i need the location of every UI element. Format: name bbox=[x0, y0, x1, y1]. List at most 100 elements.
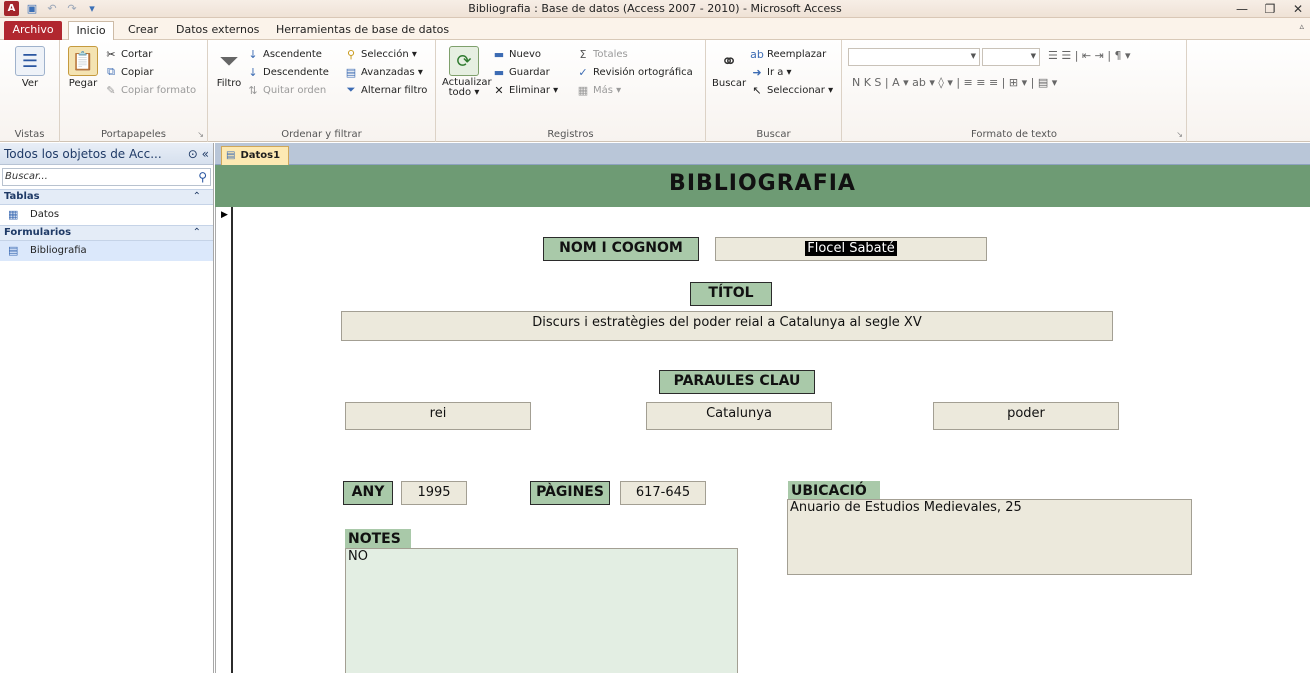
brush-icon: ✎ bbox=[106, 83, 116, 97]
field-nom-cognom[interactable]: Flocel Sabaté bbox=[715, 237, 987, 261]
goto-button[interactable]: ➜ Ir a ▾ bbox=[750, 64, 792, 80]
field-keyword-1[interactable]: rei bbox=[345, 402, 531, 430]
dialog-launcher-icon[interactable]: ↘ bbox=[197, 130, 204, 139]
cut-label: Cortar bbox=[121, 48, 153, 60]
group-label-vistas: Vistas bbox=[14, 129, 45, 140]
nav-item-bibliografia[interactable]: ▤ Bibliografia bbox=[0, 241, 213, 261]
nav-section-formularios[interactable]: Formularios ⌃ bbox=[0, 225, 213, 241]
current-record-arrow-icon: ▶ bbox=[221, 210, 228, 220]
paste-button[interactable]: 📋 Pegar bbox=[66, 46, 100, 89]
maximize-button[interactable]: ❐ bbox=[1256, 0, 1284, 18]
font-name-combo[interactable]: ▼ bbox=[848, 48, 980, 66]
field-keyword-3[interactable]: poder bbox=[933, 402, 1119, 430]
nav-menu-and-collapse-icons[interactable]: ⊙ « bbox=[188, 143, 209, 165]
save-record-button[interactable]: ▬ Guardar bbox=[492, 64, 550, 80]
list-indent-buttons[interactable]: ☰ ☰ | ⇤ ⇥ | ¶ ▾ bbox=[1048, 49, 1131, 62]
group-ordenar-filtrar: ⏷ Filtro ↓ Ascendente ↓ Descendente ⇅ Quita… bbox=[208, 40, 436, 142]
group-formato-texto: ▼ ▼ ☰ ☰ | ⇤ ⇥ | ¶ ▾ N K S | A ▾ ab ▾ ◊ ▾… bbox=[842, 40, 1187, 142]
refresh-icon: ⟳ bbox=[449, 46, 479, 76]
minimize-button[interactable]: — bbox=[1228, 0, 1256, 18]
tab-datos-externos[interactable]: Datos externos bbox=[170, 21, 265, 40]
close-button[interactable]: ✕ bbox=[1284, 0, 1310, 18]
find-label: Buscar bbox=[712, 78, 747, 89]
delete-x-icon: ✕ bbox=[494, 83, 504, 97]
refresh-all-button[interactable]: ⟳ Actualizar todo ▾ bbox=[442, 46, 492, 98]
field-any[interactable]: 1995 bbox=[401, 481, 467, 505]
text-format-buttons[interactable]: N K S | A ▾ ab ▾ ◊ ▾ | ≡ ≡ ≡ | ⊞ ▾ | ▤ ▾ bbox=[852, 76, 1057, 89]
remove-sort-button[interactable]: ⇅ Quitar orden bbox=[246, 82, 326, 98]
select-label: Seleccionar ▾ bbox=[767, 84, 834, 96]
collapse-ribbon-icon[interactable]: ▵ bbox=[1299, 22, 1304, 32]
field-keyword-2[interactable]: Catalunya bbox=[646, 402, 832, 430]
copy-button[interactable]: ⧉ Copiar bbox=[104, 64, 153, 80]
nav-header[interactable]: Todos los objetos de Acc... ⊙ « bbox=[0, 143, 213, 165]
chevron-down-icon: ▼ bbox=[1030, 52, 1036, 60]
binoculars-icon: ⚭ bbox=[720, 49, 738, 73]
nav-section-title: Formularios bbox=[4, 227, 72, 238]
dialog-launcher-icon[interactable]: ↘ bbox=[1176, 130, 1183, 139]
paste-icon: 📋 bbox=[68, 46, 98, 76]
sort-asc-icon: ↓ bbox=[248, 47, 258, 61]
nav-item-datos[interactable]: ▦ Datos bbox=[0, 205, 213, 225]
view-icon: ☰ bbox=[15, 46, 45, 76]
label-pagines: PÀGINES bbox=[530, 481, 610, 505]
cut-button[interactable]: ✂ Cortar bbox=[104, 46, 152, 62]
selection-label: Selección ▾ bbox=[361, 48, 417, 60]
group-label-formato: Formato de texto bbox=[970, 129, 1058, 140]
nav-search-placeholder: Buscar... bbox=[5, 171, 48, 182]
sort-desc-icon: ↓ bbox=[248, 65, 258, 79]
find-button[interactable]: ⚭ Buscar bbox=[712, 46, 746, 89]
new-record-button[interactable]: ▬ Nuevo bbox=[492, 46, 541, 62]
font-size-combo[interactable]: ▼ bbox=[982, 48, 1040, 66]
advanced-filter-button[interactable]: ▤ Avanzadas ▾ bbox=[344, 64, 423, 80]
ribbon: ☰ Ver Vistas 📋 Pegar ✂ Cortar ⧉ Copiar ✎ Co… bbox=[0, 40, 1310, 142]
tab-herramientas[interactable]: Herramientas de base de datos bbox=[270, 21, 455, 40]
nav-section-title: Tablas bbox=[4, 191, 40, 202]
label-any: ANY bbox=[343, 481, 393, 505]
delete-record-button[interactable]: ✕ Eliminar ▾ bbox=[492, 82, 558, 98]
field-notes[interactable]: NO bbox=[345, 548, 738, 673]
sort-ascending-button[interactable]: ↓ Ascendente bbox=[246, 46, 322, 62]
ribbon-tab-row: Archivo Inicio Crear Datos externos Herr… bbox=[0, 18, 1310, 40]
totals-button[interactable]: Σ Totales bbox=[576, 46, 628, 62]
tab-inicio[interactable]: Inicio bbox=[68, 21, 114, 40]
form-title: BIBLIOGRAFIA bbox=[669, 171, 856, 196]
group-buscar: ⚭ Buscar ab Reemplazar ➜ Ir a ▾ ↖ Seleccion… bbox=[706, 40, 842, 142]
chevron-up-icon[interactable]: ⌃ bbox=[193, 190, 201, 204]
spelling-button[interactable]: ✓ Revisión ortográfica bbox=[576, 64, 693, 80]
toggle-filter-button[interactable]: ⏷ Alternar filtro bbox=[344, 82, 428, 98]
refresh-all-label: Actualizar todo ▾ bbox=[442, 77, 492, 98]
chevron-up-icon[interactable]: ⌃ bbox=[193, 226, 201, 240]
label-paraules-clau: PARAULES CLAU bbox=[659, 370, 815, 394]
format-painter-button[interactable]: ✎ Copiar formato bbox=[104, 82, 196, 98]
field-pagines[interactable]: 617-645 bbox=[620, 481, 706, 505]
document-tab-datos1[interactable]: ▤ Datos1 bbox=[221, 146, 290, 165]
selection-filter-button[interactable]: ⚲ Selección ▾ bbox=[344, 46, 417, 62]
field-titol[interactable]: Discurs i estratègies del poder reial a … bbox=[341, 311, 1113, 341]
tab-archivo[interactable]: Archivo bbox=[4, 21, 62, 40]
view-button[interactable]: ☰ Ver bbox=[10, 46, 50, 89]
filter-button[interactable]: ⏷ Filtro bbox=[214, 46, 244, 89]
tab-crear[interactable]: Crear bbox=[122, 21, 164, 40]
grid-icon: ▦ bbox=[577, 83, 589, 97]
spelling-label: Revisión ortográfica bbox=[593, 66, 693, 78]
replace-button[interactable]: ab Reemplazar bbox=[750, 46, 826, 62]
goto-label: Ir a ▾ bbox=[767, 66, 792, 78]
navigation-pane: Todos los objetos de Acc... ⊙ « Buscar..… bbox=[0, 143, 214, 673]
copy-label: Copiar bbox=[121, 66, 154, 78]
form-header: BIBLIOGRAFIA bbox=[215, 165, 1310, 207]
sort-asc-label: Ascendente bbox=[263, 48, 322, 60]
spelling-check-icon: ✓ bbox=[578, 65, 588, 79]
field-ubicacio[interactable]: Anuario de Estudios Medievales, 25 bbox=[787, 499, 1192, 575]
more-button[interactable]: ▦ Más ▾ bbox=[576, 82, 621, 98]
nav-section-tablas[interactable]: Tablas ⌃ bbox=[0, 189, 213, 205]
sort-descending-button[interactable]: ↓ Descendente bbox=[246, 64, 329, 80]
nav-search-input[interactable]: Buscar... ⚲ bbox=[2, 168, 211, 186]
search-icon[interactable]: ⚲ bbox=[198, 169, 207, 185]
document-tab-bar: ▤ Datos1 bbox=[215, 143, 1310, 165]
record-selector[interactable]: ▶ bbox=[215, 207, 233, 673]
sort-desc-label: Descendente bbox=[263, 66, 329, 78]
save-record-icon: ▬ bbox=[493, 65, 505, 79]
select-button[interactable]: ↖ Seleccionar ▾ bbox=[750, 82, 833, 98]
filter-label: Filtro bbox=[216, 78, 242, 89]
